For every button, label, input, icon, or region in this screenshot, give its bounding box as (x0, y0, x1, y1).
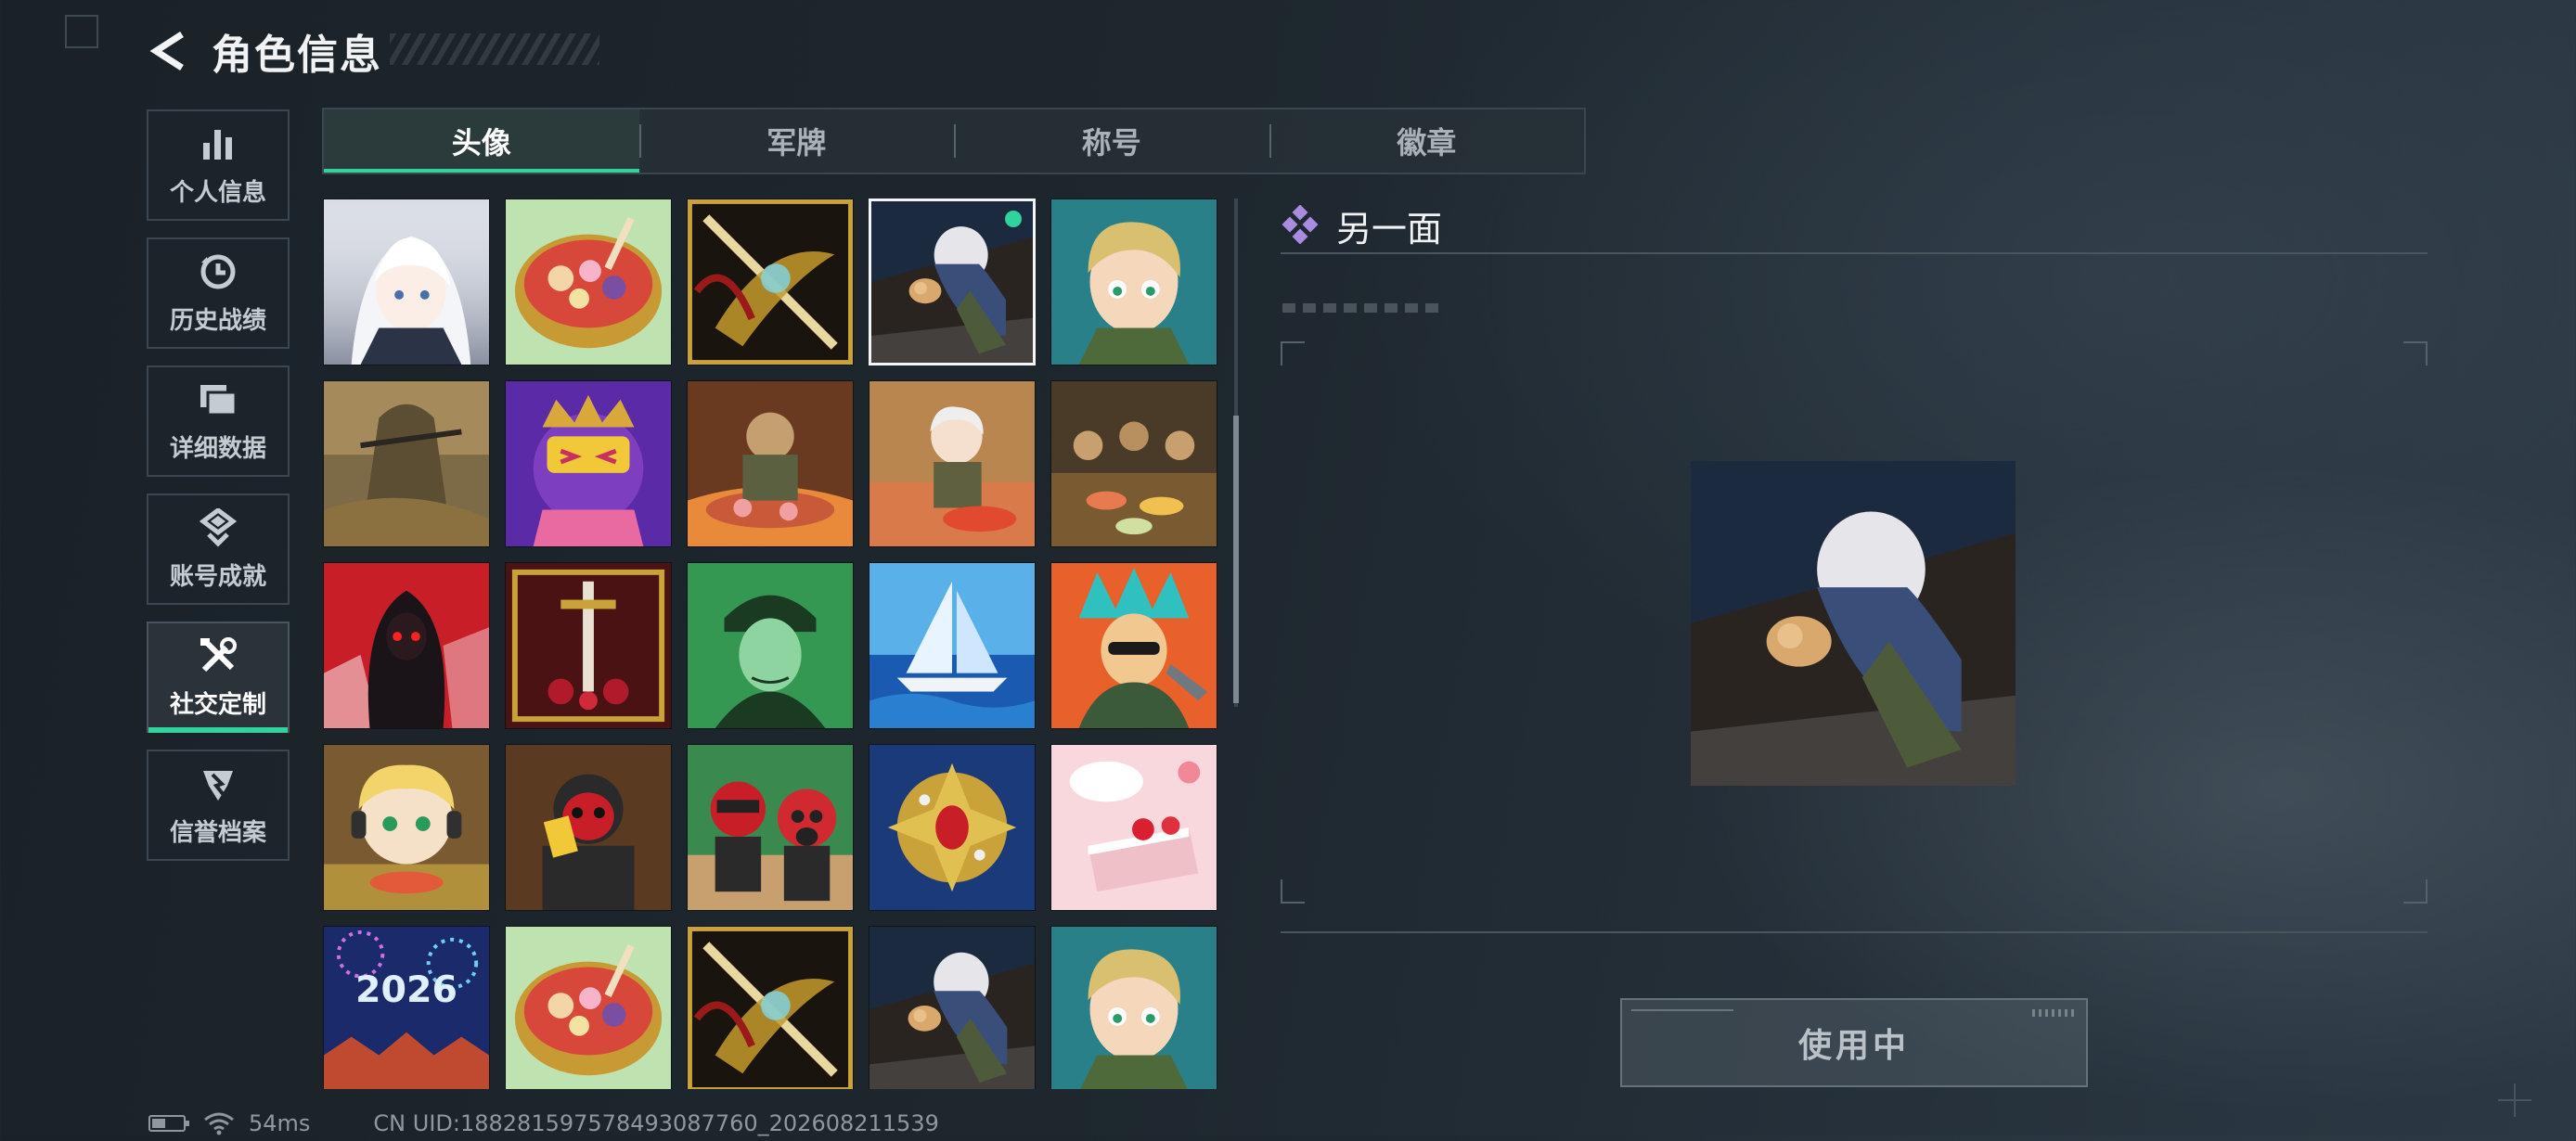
avatar-green-soldier-woman[interactable] (687, 562, 854, 729)
folder-icon (198, 379, 238, 420)
sidebar-item-social-custom[interactable]: 社交定制 (147, 622, 290, 733)
sidebar-item-history[interactable]: 历史战绩 (147, 237, 290, 349)
avatar-cartoon-soldier-boy[interactable] (1050, 199, 1217, 365)
avatar-feather-headdress[interactable] (1050, 562, 1217, 729)
avatar-cat-soldier[interactable] (869, 199, 1036, 365)
avatar-grid: 2026 (323, 199, 1217, 1089)
decorative-text-strip (1282, 303, 1440, 313)
history-clock-icon (198, 251, 238, 292)
avatar-ghillie-sniper[interactable] (323, 380, 490, 547)
bar-chart-icon (198, 123, 238, 164)
avatar-hotpot-bowl[interactable] (505, 926, 672, 1089)
sidebar-item-label: 社交定制 (169, 690, 266, 719)
achievement-medal-icon (198, 507, 238, 548)
avatar-hotpot-bowl[interactable] (505, 199, 672, 365)
title-decoration (390, 33, 599, 65)
diamond-cluster-icon (1281, 204, 1320, 248)
avatar-2026-fireworks[interactable]: 2026 (323, 926, 490, 1089)
sidebar-item-label: 账号成就 (169, 562, 266, 591)
avatar-golden-dragon-blade[interactable] (687, 199, 854, 365)
uid-text: CN UID:1882815975784930877​60_2026082115… (373, 1110, 939, 1136)
sidebar-item-detailed-data[interactable]: 详细数据 (147, 365, 290, 477)
scrollbar-thumb[interactable] (1233, 416, 1239, 703)
avatar-white-hair-girl[interactable] (323, 199, 490, 365)
wifi-icon (202, 1111, 236, 1135)
in-use-button[interactable]: 使用中 (1620, 998, 2088, 1087)
avatar-red-gasmask-duo[interactable] (687, 744, 854, 911)
sidebar-item-achievements[interactable]: 账号成就 (147, 494, 290, 605)
sidebar-item-label: 信誉档案 (169, 818, 266, 847)
svg-text:2026: 2026 (355, 968, 457, 1011)
status-bar: 54ms CN UID:1882815975784930877​60_20260… (148, 1109, 939, 1137)
tab-bar: 头像 军牌 称号 徽章 (322, 108, 1586, 174)
tab-dog-tag[interactable]: 军牌 (638, 109, 955, 173)
avatar-strawberry-cake[interactable] (1050, 744, 1217, 911)
avatar-ornate-sword[interactable] (505, 562, 672, 729)
detail-title: 另一面 (1336, 209, 1443, 250)
avatar-red-hood-reaper[interactable] (323, 562, 490, 729)
divider (1281, 931, 2428, 933)
tools-icon (198, 635, 238, 676)
avatar-golden-dragon-blade[interactable] (687, 926, 854, 1089)
avatar-sailboat-ocean[interactable] (869, 562, 1036, 729)
sidebar-item-label: 详细数据 (169, 434, 266, 463)
avatar-chibi-blonde-eater[interactable] (323, 744, 490, 911)
tab-title[interactable]: 称号 (954, 109, 1269, 173)
tab-badge[interactable]: 徽章 (1269, 109, 1585, 173)
avatar-soldier-bbq[interactable] (687, 380, 854, 547)
avatar-cartoon-soldier-boy[interactable] (1050, 926, 1217, 1089)
corner-square-icon (65, 15, 98, 48)
tab-avatar[interactable]: 头像 (324, 109, 639, 173)
credit-badge-icon (198, 763, 238, 804)
battery-icon (148, 1115, 189, 1132)
avatar-preview-image (1691, 461, 2016, 786)
avatar-cooking-girl[interactable] (869, 380, 1036, 547)
crosshair-plus-icon (2498, 1083, 2531, 1117)
sidebar-item-label: 个人信息 (169, 178, 266, 207)
sidebar-item-personal-info[interactable]: 个人信息 (147, 109, 290, 221)
page-header: 角色信息 (148, 24, 382, 79)
detail-header: 另一面 (1281, 200, 1442, 251)
page-title: 角色信息 (212, 32, 382, 79)
sidebar-item-credit-profile[interactable]: 信誉档案 (147, 750, 290, 861)
avatar-squad-feast[interactable] (1050, 380, 1217, 547)
in-use-indicator-dot (1005, 211, 1022, 227)
ping-value: 54ms (249, 1110, 311, 1136)
divider (1281, 252, 2428, 254)
avatar-king-crown-bot[interactable] (505, 380, 672, 547)
back-arrow-icon[interactable] (148, 30, 191, 72)
avatar-red-mask-gold-bar[interactable] (505, 744, 672, 911)
avatar-cat-soldier[interactable] (869, 926, 1036, 1089)
avatar-jeweled-brooch[interactable] (869, 744, 1036, 911)
sidebar-item-label: 历史战绩 (169, 306, 266, 335)
